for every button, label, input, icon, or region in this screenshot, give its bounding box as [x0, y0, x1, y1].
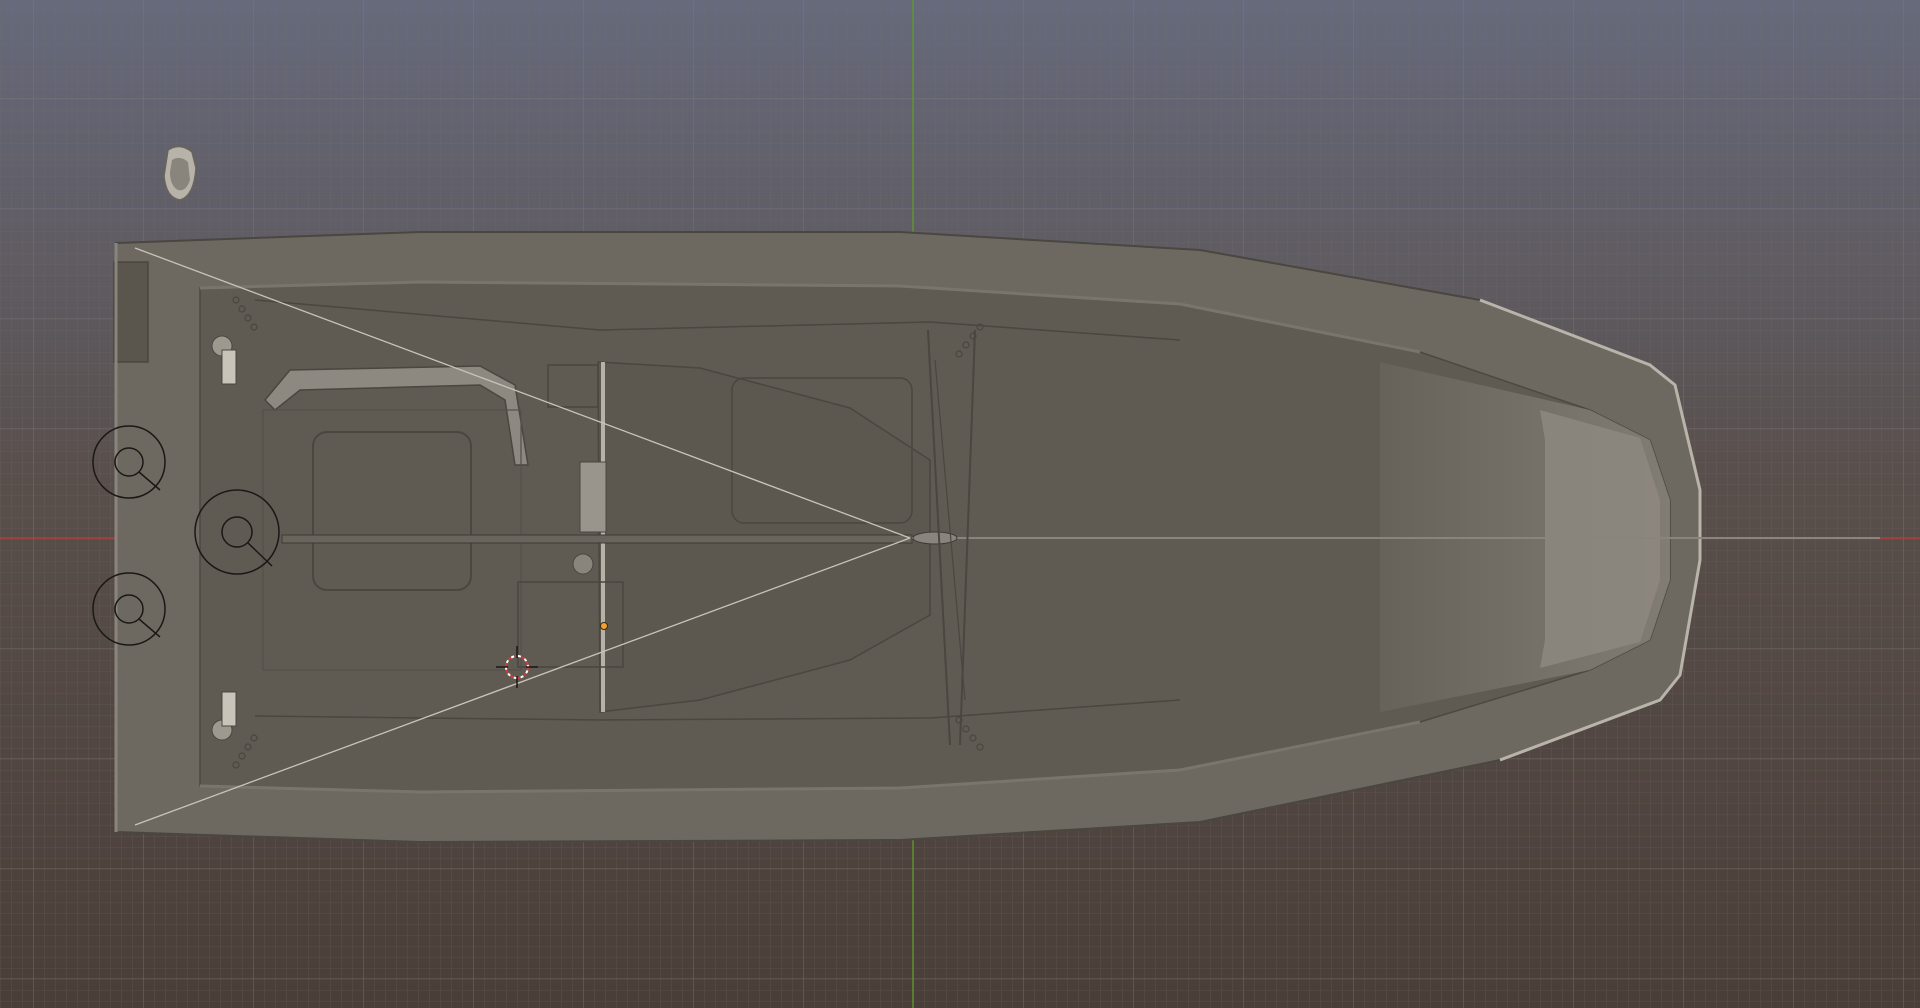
viewport-canvas[interactable]: [0, 0, 1920, 1008]
winch-block[interactable]: [579, 461, 607, 533]
cockpit-winch[interactable]: [572, 553, 594, 575]
object-origin-icon[interactable]: [600, 622, 608, 630]
boom[interactable]: [281, 534, 913, 544]
3d-viewport[interactable]: [0, 0, 1920, 1008]
transom-block[interactable]: [113, 261, 149, 363]
